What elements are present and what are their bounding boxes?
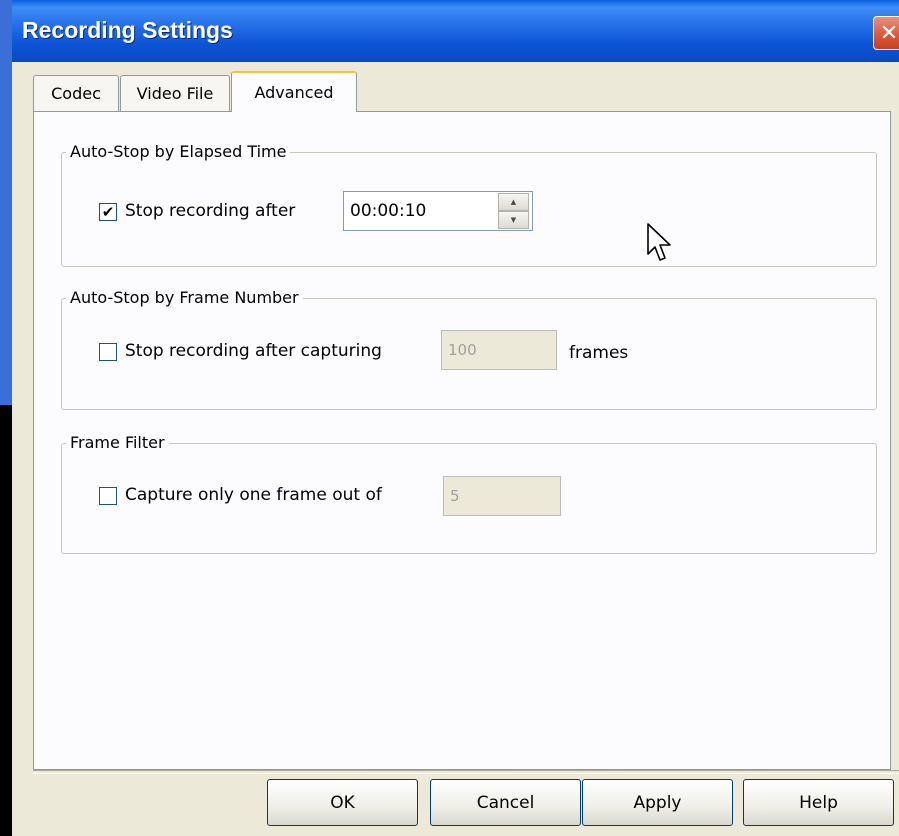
elapsed-time-label: Stop recording after bbox=[125, 201, 296, 221]
advanced-tab-panel: Auto-Stop by Elapsed Time ✔ Stop recordi… bbox=[33, 111, 891, 770]
ok-button[interactable]: OK bbox=[267, 779, 418, 826]
background-window-edge bbox=[0, 0, 12, 836]
help-button-label: Help bbox=[799, 792, 838, 813]
close-button[interactable]: ✕ bbox=[873, 16, 899, 50]
elapsed-time-group-title: Auto-Stop by Elapsed Time bbox=[66, 142, 291, 161]
frame-number-checkbox[interactable] bbox=[99, 343, 117, 361]
background-window-edge-top bbox=[0, 0, 12, 405]
close-icon: ✕ bbox=[879, 20, 899, 46]
button-separator bbox=[33, 770, 899, 774]
elapsed-time-checkbox[interactable]: ✔ bbox=[99, 203, 117, 221]
apply-button[interactable]: Apply bbox=[582, 779, 733, 826]
frames-suffix-label: frames bbox=[569, 343, 629, 363]
frame-filter-group-title: Frame Filter bbox=[66, 433, 169, 452]
cancel-button-label: Cancel bbox=[476, 792, 535, 813]
frame-filter-checkbox[interactable] bbox=[99, 487, 117, 505]
frame-filter-value: 5 bbox=[450, 487, 460, 505]
help-button[interactable]: Help bbox=[743, 779, 894, 826]
elapsed-time-value: 00:00:10 bbox=[350, 201, 427, 221]
frame-filter-input[interactable]: 5 bbox=[443, 476, 561, 516]
cancel-button[interactable]: Cancel bbox=[430, 779, 581, 826]
tab-advanced[interactable]: Advanced bbox=[231, 71, 357, 112]
frame-filter-label: Capture only one frame out of bbox=[125, 485, 382, 505]
tab-video-file[interactable]: Video File bbox=[120, 75, 230, 111]
window-title: Recording Settings bbox=[22, 17, 233, 43]
spin-down-icon: ▼ bbox=[510, 216, 517, 224]
frame-number-input[interactable]: 100 bbox=[441, 330, 557, 370]
frame-number-group-title: Auto-Stop by Frame Number bbox=[66, 288, 303, 307]
tab-advanced-label: Advanced bbox=[254, 83, 334, 102]
tab-video-file-label: Video File bbox=[136, 84, 214, 103]
frame-number-value: 100 bbox=[448, 341, 477, 359]
elapsed-time-spinner[interactable]: ▲ ▼ bbox=[498, 193, 529, 229]
frame-number-label: Stop recording after capturing bbox=[125, 341, 382, 361]
spin-down-button[interactable]: ▼ bbox=[498, 211, 529, 229]
check-icon: ✔ bbox=[101, 202, 115, 221]
mouse-cursor-icon bbox=[647, 223, 671, 261]
spin-up-icon: ▲ bbox=[510, 198, 517, 206]
recording-settings-dialog: Recording Settings ✕ Codec Video File Ad… bbox=[12, 0, 899, 836]
tab-codec-label: Codec bbox=[51, 84, 101, 103]
tab-codec[interactable]: Codec bbox=[33, 75, 119, 111]
background-window-edge-bottom bbox=[0, 405, 12, 836]
title-bar[interactable]: Recording Settings ✕ bbox=[12, 0, 899, 62]
ok-button-label: OK bbox=[330, 792, 355, 813]
apply-button-label: Apply bbox=[633, 792, 682, 813]
spin-up-button[interactable]: ▲ bbox=[498, 193, 529, 211]
